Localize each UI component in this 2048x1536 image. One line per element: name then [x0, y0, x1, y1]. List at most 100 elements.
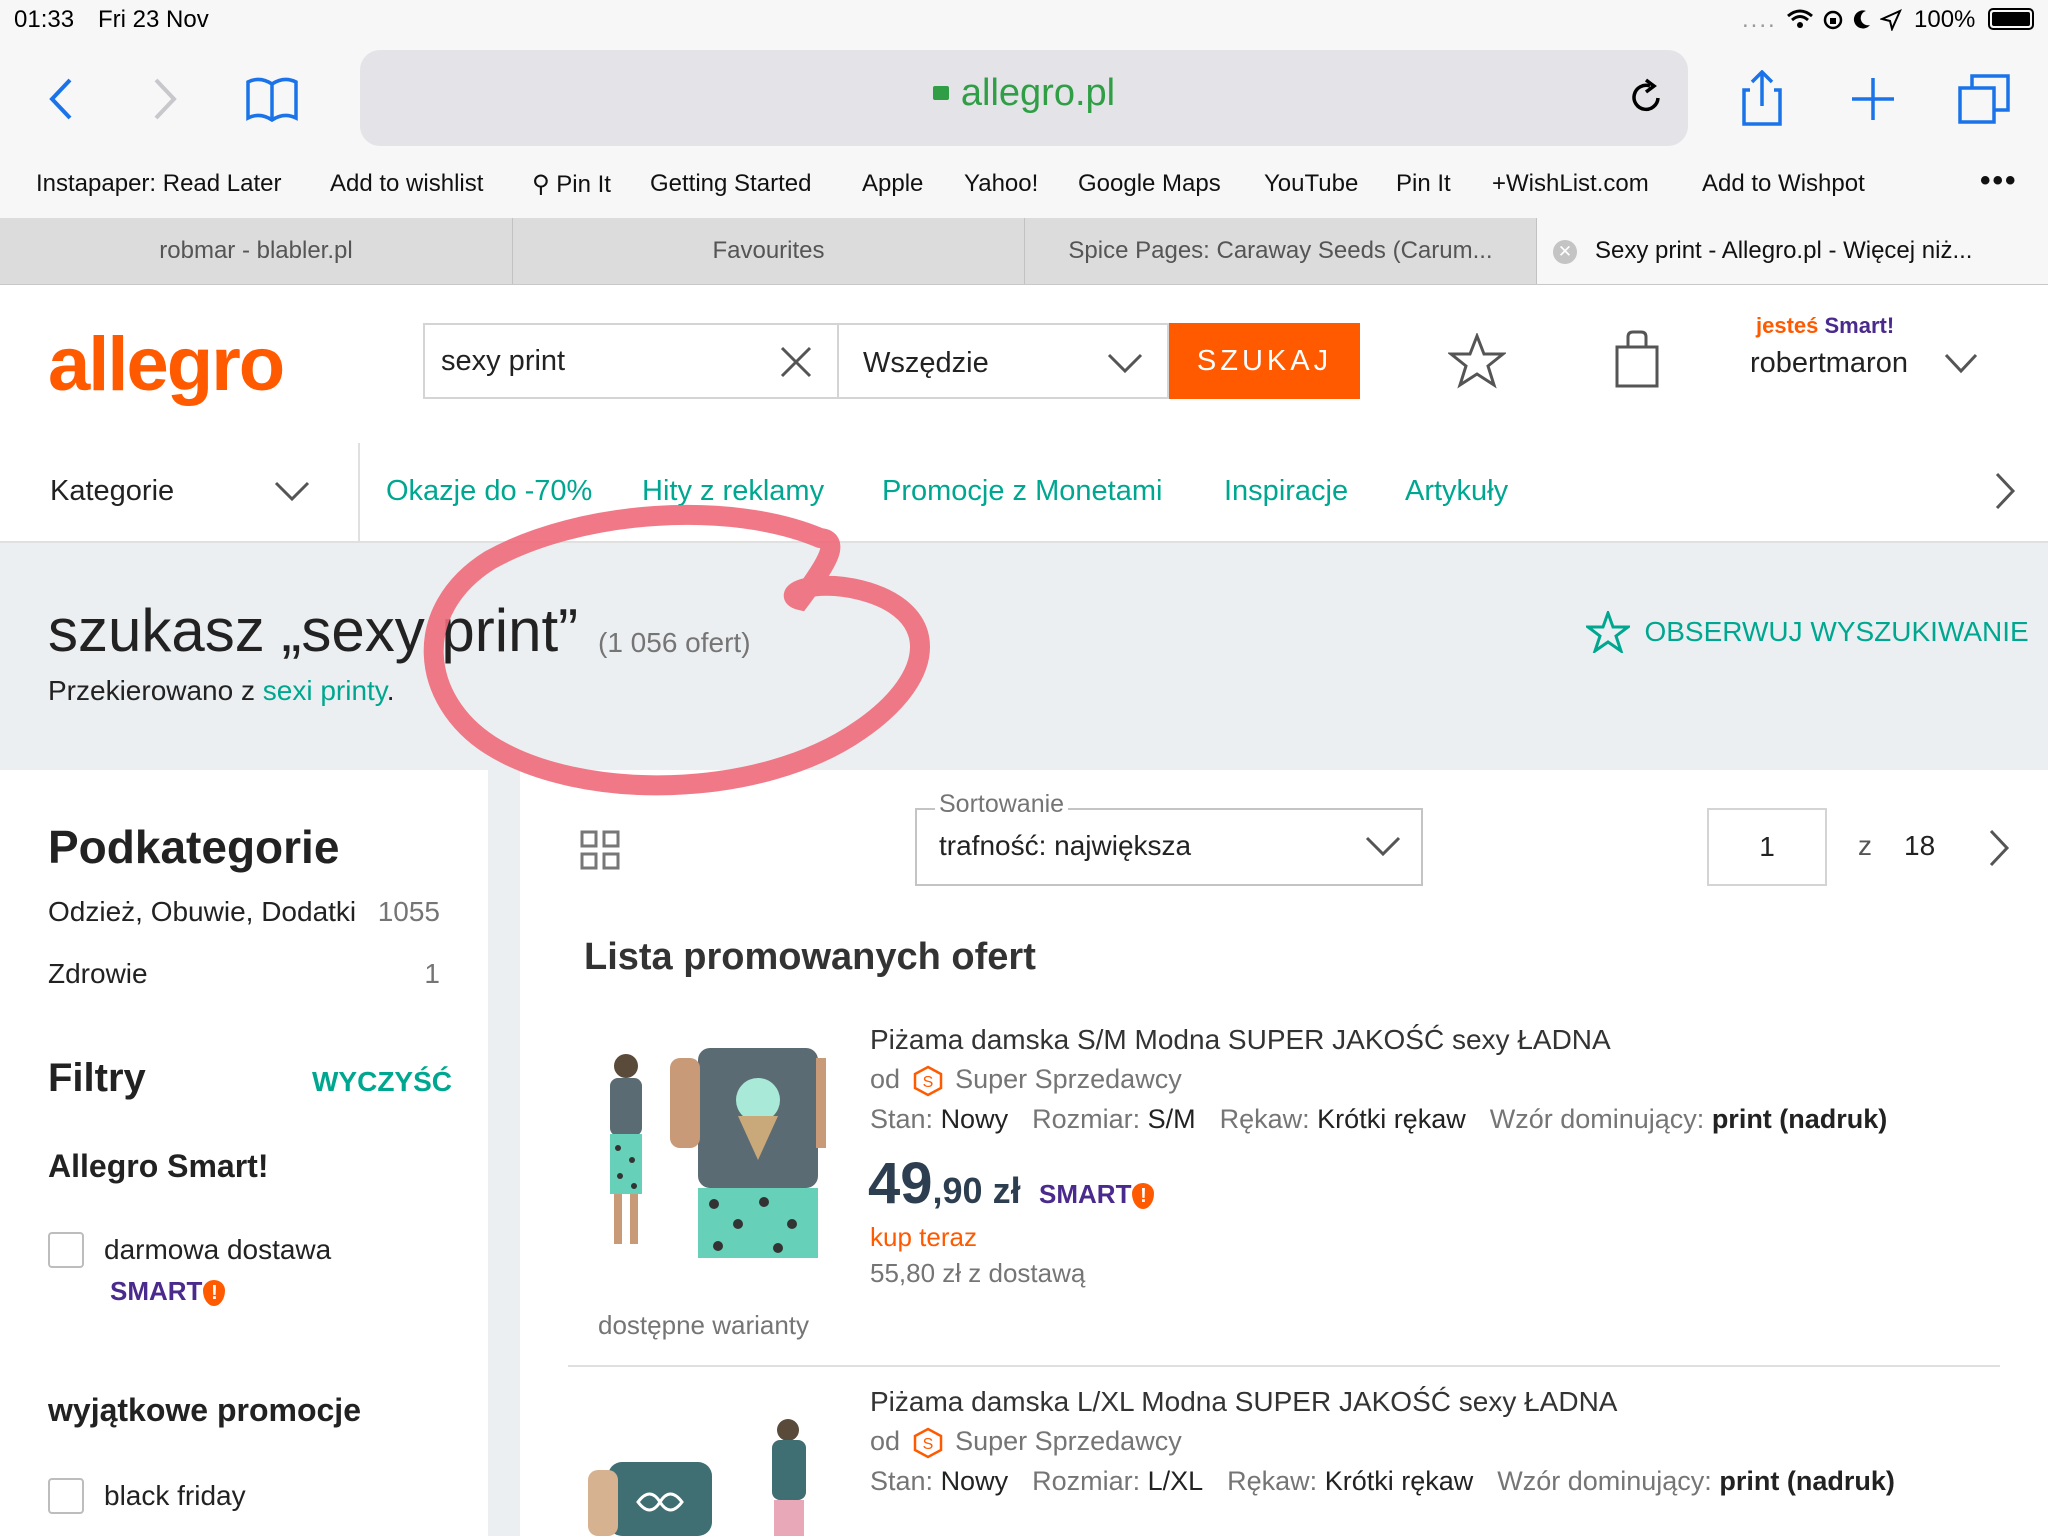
- param-value: Nowy: [940, 1466, 1009, 1496]
- account-username[interactable]: robertmaron: [1750, 347, 1908, 380]
- product-image[interactable]: [588, 1048, 826, 1258]
- account-chevron-icon[interactable]: [1944, 353, 1978, 375]
- nav-link-inspirations[interactable]: Inspiracje: [1224, 475, 1348, 508]
- nav-link-articles[interactable]: Artykuły: [1405, 475, 1508, 508]
- smart-exclamation-icon: !: [203, 1280, 226, 1307]
- results-count: (1 056 ofert): [598, 627, 751, 658]
- bookmark-item[interactable]: Getting Started: [650, 170, 811, 198]
- product-title[interactable]: Piżama damska L/XL Modna SUPER JAKOŚĆ se…: [870, 1386, 1617, 1418]
- bookmarks-bar: Instapaper: Read Later Add to wishlist ⚲…: [0, 160, 2048, 220]
- browser-tab[interactable]: Spice Pages: Caraway Seeds (Carum...: [1025, 218, 1537, 284]
- bookmark-item[interactable]: YouTube: [1264, 170, 1358, 198]
- grid-view-icon[interactable]: [580, 830, 620, 870]
- param-value: S/M: [1147, 1104, 1196, 1134]
- bookmarks-icon[interactable]: [244, 74, 300, 124]
- watch-search-label: OBSERWUJ WYSZUKIWANIE: [1644, 616, 2029, 647]
- bookmark-item[interactable]: Add to Wishpot: [1702, 170, 1865, 198]
- subcategory-count: 1055: [377, 896, 440, 927]
- category-nav: Kategorie Okazje do -70% Hity z reklamy …: [0, 443, 2048, 543]
- search-scope-select[interactable]: Wszędzie: [839, 323, 1169, 399]
- super-seller-icon: S: [913, 1065, 942, 1097]
- subcategory-name: Zdrowie: [48, 958, 148, 989]
- subcategory-item[interactable]: Odzież, Obuwie, Dodatki 1055: [48, 896, 440, 928]
- address-bar[interactable]: allegro.pl: [360, 50, 1688, 146]
- page-input[interactable]: 1: [1707, 808, 1827, 886]
- chevron-down-icon: [274, 481, 310, 502]
- status-bar: 01:33 Fri 23 Nov .... 100%: [0, 0, 2048, 40]
- subcategory-name: Odzież, Obuwie, Dodatki: [48, 896, 357, 927]
- product-price: 49,90 zł SMART!: [868, 1150, 1155, 1217]
- moon-icon: [1853, 10, 1870, 29]
- bookmark-item[interactable]: Pin It: [1396, 170, 1451, 198]
- param-label: Wzór dominujący:: [1489, 1104, 1705, 1134]
- product-image[interactable]: [588, 1410, 826, 1536]
- browser-tab[interactable]: Favourites: [513, 218, 1025, 284]
- browser-tab[interactable]: robmar - blabler.pl: [0, 218, 513, 284]
- lock-icon: [932, 85, 949, 100]
- seller-from: od: [870, 1064, 901, 1094]
- param-label: Wzór dominujący:: [1497, 1466, 1712, 1496]
- bookmark-item[interactable]: Google Maps: [1078, 170, 1221, 198]
- smart-badge: SMART!: [110, 1276, 226, 1307]
- buy-now-label[interactable]: kup teraz: [870, 1222, 977, 1253]
- bookmark-item[interactable]: Instapaper: Read Later: [36, 170, 282, 198]
- categories-dropdown[interactable]: Kategorie: [0, 443, 360, 541]
- sort-value: trafność: największa: [939, 830, 1192, 861]
- signal-dots-icon: ....: [1742, 6, 1777, 33]
- more-bookmarks-icon[interactable]: •••: [1980, 164, 2018, 198]
- smart-badge-text: SMART: [110, 1276, 203, 1306]
- smart-status-prefix: jesteś: [1756, 313, 1825, 338]
- back-icon[interactable]: [46, 76, 76, 122]
- browser-tab-active[interactable]: ✕ Sexy print - Allegro.pl - Więcej niż...: [1537, 218, 2048, 284]
- clear-search-icon[interactable]: [779, 345, 813, 379]
- seller-name: Super Sprzedawcy: [955, 1426, 1182, 1456]
- nav-scroll-right-icon[interactable]: [1994, 471, 2016, 511]
- smart-badge: SMART!: [1039, 1179, 1155, 1210]
- cart-bag-icon[interactable]: [1614, 329, 1660, 389]
- allegro-logo[interactable]: allegro: [48, 321, 285, 408]
- close-tab-icon[interactable]: ✕: [1553, 239, 1577, 264]
- nav-link-promotions[interactable]: Promocje z Monetami: [882, 475, 1162, 508]
- free-delivery-label[interactable]: darmowa dostawa: [104, 1234, 331, 1266]
- sort-select[interactable]: Sortowanie trafność: największa: [915, 790, 1423, 886]
- item-divider: [568, 1365, 2000, 1367]
- sidebar: Podkategorie Odzież, Obuwie, Dodatki 105…: [0, 770, 488, 1536]
- subcategory-item[interactable]: Zdrowie 1: [48, 958, 440, 990]
- seller-name: Super Sprzedawcy: [955, 1064, 1182, 1094]
- promoted-heading: Lista promowanych ofert: [584, 936, 1036, 978]
- param-value: L/XL: [1147, 1466, 1204, 1496]
- variants-link[interactable]: dostępne warianty: [598, 1310, 809, 1341]
- nav-link-deals[interactable]: Okazje do -70%: [386, 475, 592, 508]
- product-title[interactable]: Piżama damska S/M Modna SUPER JAKOŚĆ sex…: [870, 1024, 1611, 1056]
- page-of-label: z: [1858, 830, 1872, 861]
- param-value: print (nadruk): [1711, 1104, 1888, 1134]
- categories-label: Kategorie: [50, 475, 175, 507]
- tabs-overview-icon[interactable]: [1958, 74, 2010, 124]
- battery-percent: 100%: [1914, 6, 1976, 33]
- clear-filters-button[interactable]: WYCZYŚĆ: [312, 1066, 452, 1098]
- filters-heading: Filtry: [48, 1056, 146, 1100]
- search-button[interactable]: SZUKAJ: [1169, 323, 1360, 399]
- delivery-price: 55,80 zł z dostawą: [870, 1258, 1086, 1288]
- watch-search-button[interactable]: OBSERWUJ WYSZUKIWANIE: [1583, 608, 2029, 655]
- chevron-down-icon: [1365, 836, 1401, 857]
- black-friday-label[interactable]: black friday: [104, 1480, 246, 1512]
- new-tab-icon[interactable]: [1850, 76, 1896, 122]
- bookmark-item[interactable]: Add to wishlist: [330, 170, 483, 198]
- bookmark-item[interactable]: ⚲ Pin It: [532, 170, 611, 199]
- share-icon[interactable]: [1742, 70, 1782, 126]
- favorites-star-icon[interactable]: [1448, 333, 1506, 389]
- black-friday-checkbox[interactable]: [48, 1478, 84, 1514]
- free-delivery-checkbox[interactable]: [48, 1232, 84, 1268]
- seller-info: od S Super Sprzedawcy: [870, 1064, 1182, 1097]
- bookmark-item[interactable]: Yahoo!: [964, 170, 1038, 198]
- redirect-link[interactable]: sexi printy: [263, 675, 387, 706]
- reload-icon[interactable]: [1628, 78, 1664, 116]
- bookmark-item[interactable]: +WishList.com: [1492, 170, 1649, 198]
- search-input[interactable]: sexy print: [423, 323, 839, 399]
- bookmark-item[interactable]: Apple: [862, 170, 923, 198]
- nav-link-ads[interactable]: Hity z reklamy: [642, 475, 824, 508]
- next-page-icon[interactable]: [1988, 828, 2010, 868]
- forward-icon[interactable]: [150, 76, 180, 122]
- watch-star-icon: [1583, 608, 1633, 655]
